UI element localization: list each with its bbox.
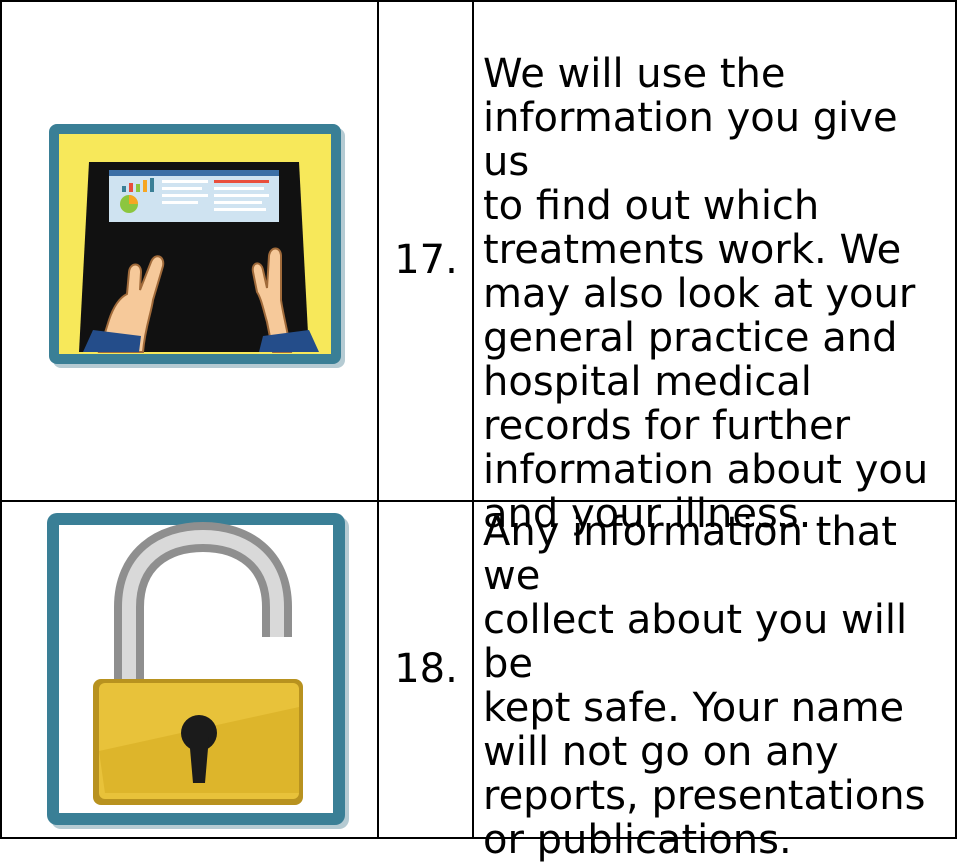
item-text: Any information that we collect about yo… (483, 509, 926, 863)
info-table: 17. We will use the information you give… (0, 0, 957, 862)
item-number: 17. (394, 237, 458, 283)
item-number: 18. (394, 646, 458, 692)
column-divider-2 (472, 0, 474, 839)
table-border-left (0, 0, 2, 839)
column-divider-1 (377, 0, 379, 839)
table-border-top (0, 0, 957, 2)
item-text: We will use the information you give us … (483, 51, 929, 537)
padlock-icon (45, 511, 353, 833)
laptop-typing-icon (47, 122, 351, 374)
